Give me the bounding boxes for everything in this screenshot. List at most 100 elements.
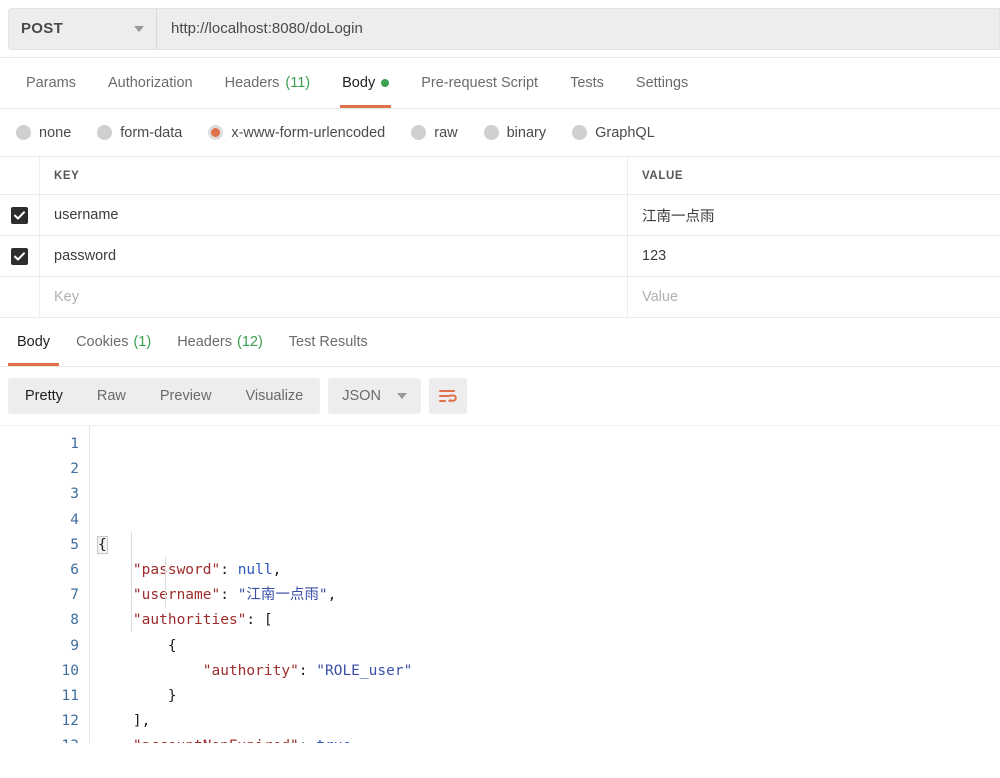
chevron-down-icon — [134, 26, 144, 32]
code-token-punc: : — [220, 562, 237, 578]
response-tab-count: (1) — [133, 334, 151, 350]
code-line: "password": null, — [98, 558, 1000, 583]
response-tab-headers[interactable]: Headers(12) — [164, 318, 276, 366]
code-token-punc: , — [328, 587, 337, 603]
request-tab-label: Pre-request Script — [421, 75, 538, 91]
code-token-punc: { — [98, 638, 177, 654]
radio-icon — [97, 125, 112, 140]
response-tab-label: Test Results — [289, 334, 368, 350]
chevron-down-icon — [397, 393, 407, 399]
code-token-punc — [98, 663, 203, 679]
view-mode-preview[interactable]: Preview — [143, 378, 229, 414]
response-tab-test-results[interactable]: Test Results — [276, 318, 381, 366]
row-value-input[interactable]: 123 — [628, 236, 1000, 276]
request-tab-params[interactable]: Params — [10, 58, 92, 108]
body-type-label: GraphQL — [595, 125, 655, 141]
line-number: 8 — [0, 608, 79, 633]
response-tab-cookies[interactable]: Cookies (1) — [63, 318, 164, 366]
view-mode-pretty[interactable]: Pretty — [8, 378, 80, 414]
response-tab-count: (12) — [237, 334, 263, 350]
line-number: 1 — [0, 432, 79, 457]
word-wrap-glyph — [438, 389, 457, 404]
code-token-punc: , — [273, 562, 282, 578]
code-token-punc — [98, 612, 133, 628]
code-line: "authority": "ROLE_user" — [98, 659, 1000, 684]
radio-icon — [16, 125, 31, 140]
code-token-punc — [98, 562, 133, 578]
request-tab-authorization[interactable]: Authorization — [92, 58, 209, 108]
table-row: username江南一点雨 — [0, 195, 1000, 236]
request-tab-label: Headers — [225, 75, 280, 91]
code-token-punc: : — [299, 738, 316, 743]
body-type-label: raw — [434, 125, 457, 141]
row-key-input[interactable]: username — [40, 195, 628, 235]
body-type-radio-form-data[interactable]: form-data — [97, 125, 182, 141]
request-tab-label: Authorization — [108, 75, 193, 91]
indent-guide — [131, 532, 132, 632]
new-row-check-cell — [0, 277, 40, 317]
word-wrap-icon[interactable] — [429, 378, 467, 414]
column-header-key: KEY — [40, 157, 628, 194]
response-format-select[interactable]: JSON — [328, 378, 421, 414]
view-mode-visualize[interactable]: Visualize — [228, 378, 320, 414]
code-token-punc: : [ — [246, 612, 272, 628]
http-method-select[interactable]: POST — [8, 8, 156, 50]
code-line: "accountNonExpired": true, — [98, 734, 1000, 743]
line-number: 3 — [0, 482, 79, 507]
request-tab-label: Body — [342, 75, 375, 91]
row-value-input[interactable]: 江南一点雨 — [628, 195, 1000, 235]
row-key-input[interactable]: password — [40, 236, 628, 276]
body-type-radio-group: none form-data x-www-form-urlencoded raw bin… — [0, 109, 1000, 157]
table-row-new: Key Value — [0, 277, 1000, 318]
row-enabled-checkbox[interactable] — [11, 207, 28, 224]
new-key-input[interactable]: Key — [40, 277, 628, 317]
row-enabled-checkbox[interactable] — [11, 248, 28, 265]
row-check-cell — [0, 195, 40, 235]
code-token-key: "accountNonExpired" — [133, 738, 299, 743]
url-input[interactable]: http://localhost:8080/doLogin — [156, 8, 1000, 50]
response-tab-label: Cookies — [76, 334, 128, 350]
code-token-punc — [98, 587, 133, 603]
code-token-key: "username" — [133, 587, 220, 603]
view-mode-raw[interactable]: Raw — [80, 378, 143, 414]
line-number: 5 — [0, 533, 79, 558]
code-token-punc: , — [351, 738, 360, 743]
body-type-label: form-data — [120, 125, 182, 141]
code-token-str: "江南一点雨" — [238, 587, 328, 603]
response-viewer-toolbar: PrettyRawPreviewVisualize JSON — [0, 367, 1000, 425]
body-type-radio-binary[interactable]: binary — [484, 125, 547, 141]
code-token-key: "password" — [133, 562, 220, 578]
code-line: } — [98, 684, 1000, 709]
body-type-label: x-www-form-urlencoded — [231, 125, 385, 141]
request-tab-headers[interactable]: Headers(11) — [209, 58, 327, 108]
body-type-radio-none[interactable]: none — [16, 125, 71, 141]
request-tab-bar: Params Authorization Headers(11) Body Pre-re… — [0, 58, 1000, 109]
response-tab-body[interactable]: Body — [4, 318, 63, 366]
body-type-label: binary — [507, 125, 547, 141]
radio-icon — [572, 125, 587, 140]
line-number: 9 — [0, 634, 79, 659]
body-type-radio-x-www-form-urlencoded[interactable]: x-www-form-urlencoded — [208, 125, 385, 141]
line-number-gutter: 12345678910111213 — [0, 426, 90, 743]
body-type-label: none — [39, 125, 71, 141]
checkmark-icon — [14, 252, 25, 261]
line-number: 7 — [0, 583, 79, 608]
form-urlencoded-table: KEY VALUE username江南一点雨password123 Key V… — [0, 157, 1000, 318]
line-number: 2 — [0, 457, 79, 482]
response-body-code-editor[interactable]: 12345678910111213 { "password": null, "u… — [0, 425, 1000, 743]
radio-icon — [411, 125, 426, 140]
radio-icon — [208, 125, 223, 140]
new-value-input[interactable]: Value — [628, 277, 1000, 317]
body-type-radio-graphql[interactable]: GraphQL — [572, 125, 655, 141]
request-tab-tests[interactable]: Tests — [554, 58, 620, 108]
code-line: { — [98, 634, 1000, 659]
table-header-check-cell — [0, 157, 40, 194]
request-tab-settings[interactable]: Settings — [620, 58, 704, 108]
response-view-mode-group: PrettyRawPreviewVisualize — [8, 378, 320, 414]
body-type-radio-raw[interactable]: raw — [411, 125, 457, 141]
code-token-punc: { — [98, 537, 107, 553]
code-content[interactable]: { "password": null, "username": "江南一点雨",… — [90, 426, 1000, 743]
request-tab-body[interactable]: Body — [326, 58, 405, 108]
code-line: "username": "江南一点雨", — [98, 583, 1000, 608]
request-tab-pre-request-script[interactable]: Pre-request Script — [405, 58, 554, 108]
